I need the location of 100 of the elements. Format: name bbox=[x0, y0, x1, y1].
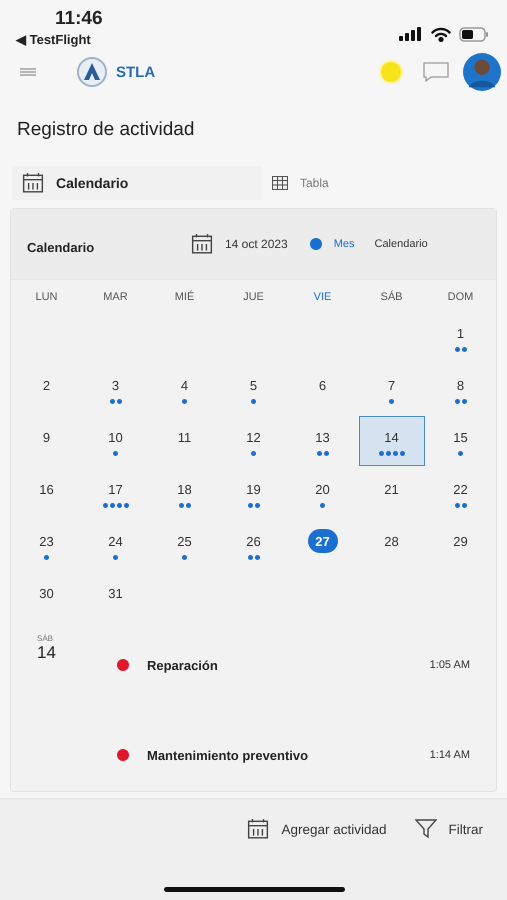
day-number: 15 bbox=[452, 428, 469, 446]
calendar-day[interactable]: 11 bbox=[152, 416, 218, 466]
event-dot-icon bbox=[378, 451, 384, 456]
day-number: 3 bbox=[110, 376, 120, 394]
event-dot-icon bbox=[462, 399, 466, 404]
event-name[interactable]: Reparación bbox=[147, 658, 430, 672]
signal-icon bbox=[399, 27, 423, 41]
calendar-day[interactable]: 14 bbox=[358, 416, 424, 466]
calendar-day[interactable]: 23 bbox=[14, 520, 80, 570]
event-dot-icon bbox=[178, 503, 184, 508]
day-number: 14 bbox=[383, 428, 400, 446]
calendar-day[interactable]: 17 bbox=[82, 468, 148, 518]
avatar[interactable] bbox=[463, 53, 501, 91]
filter-icon bbox=[414, 819, 436, 839]
event-dot-icon bbox=[454, 347, 460, 352]
event-dot-icon bbox=[124, 503, 128, 508]
agenda-day: 14 bbox=[37, 643, 117, 663]
event-dot-icon bbox=[324, 451, 328, 456]
event-dot-icon bbox=[458, 451, 463, 456]
day-number: 1 bbox=[456, 324, 466, 342]
event-dot-icon bbox=[254, 503, 260, 508]
view-option[interactable]: Mes bbox=[310, 238, 354, 250]
page-title: Registro de actividad bbox=[17, 119, 196, 142]
view-tab[interactable]: Calendario bbox=[12, 166, 262, 200]
event-dot-icon bbox=[462, 503, 466, 508]
filter-button[interactable]: Filtrar bbox=[414, 817, 483, 841]
event-dot-icon bbox=[186, 503, 190, 508]
event-dot-icon bbox=[316, 451, 322, 456]
calendar-day[interactable]: 16 bbox=[14, 468, 80, 518]
calendar-day[interactable]: 2 bbox=[14, 364, 80, 414]
day-number: 19 bbox=[245, 480, 262, 498]
day-number: 20 bbox=[314, 480, 331, 498]
day-number: 4 bbox=[180, 376, 190, 394]
view-tab[interactable]: Tabla bbox=[262, 166, 462, 200]
add-activity-button[interactable]: Agregar actividad bbox=[247, 817, 386, 841]
day-number: 21 bbox=[383, 480, 400, 498]
calendar-day[interactable]: 7 bbox=[358, 364, 424, 414]
event-name[interactable]: Mantenimiento preventivo bbox=[147, 748, 430, 762]
calendar-day[interactable]: 12 bbox=[220, 416, 286, 466]
calendar-day[interactable]: 30 bbox=[14, 572, 80, 622]
event-dot-icon bbox=[248, 503, 252, 508]
calendar-day[interactable]: 5 bbox=[220, 364, 286, 414]
event-dot-icon bbox=[400, 451, 404, 456]
day-number: 29 bbox=[452, 532, 469, 550]
radio-dot-icon bbox=[310, 238, 322, 250]
calendar-day[interactable]: 8 bbox=[428, 364, 494, 414]
event-dot-icon bbox=[454, 503, 460, 508]
view-option[interactable]: Calendario bbox=[374, 238, 428, 250]
calendar-day[interactable]: 4 bbox=[152, 364, 218, 414]
day-number: 8 bbox=[456, 376, 466, 394]
calendar-title: Calendario bbox=[27, 240, 96, 254]
menu-icon[interactable] bbox=[20, 67, 36, 77]
calendar-day[interactable]: 20 bbox=[290, 468, 356, 518]
calendar-day[interactable]: 13 bbox=[290, 416, 356, 466]
event-dot-icon bbox=[251, 399, 256, 404]
calendar-day[interactable]: 15 bbox=[428, 416, 494, 466]
day-number: 23 bbox=[38, 532, 55, 550]
event-dot-icon bbox=[102, 503, 108, 508]
calendar-icon bbox=[191, 233, 213, 255]
calendar-day[interactable]: 6 bbox=[290, 364, 356, 414]
day-number: 22 bbox=[452, 480, 469, 498]
event-dot-icon bbox=[392, 451, 398, 456]
chat-icon[interactable] bbox=[423, 62, 449, 82]
calendar-day[interactable]: 9 bbox=[14, 416, 80, 466]
calendar-day[interactable]: 25 bbox=[152, 520, 218, 570]
brand-name: STLA bbox=[116, 64, 156, 80]
calendar-day[interactable]: 24 bbox=[82, 520, 148, 570]
wifi-icon bbox=[431, 26, 451, 42]
weekday-label: MAR bbox=[102, 290, 129, 305]
calendar-day[interactable]: 22 bbox=[428, 468, 494, 518]
battery-icon bbox=[459, 26, 489, 42]
weekday-label: MIÉ bbox=[174, 290, 196, 305]
calendar-day[interactable]: 1 bbox=[428, 312, 494, 362]
calendar-day[interactable]: 3 bbox=[82, 364, 148, 414]
day-number: 27 bbox=[308, 529, 338, 553]
event-dot-icon bbox=[454, 399, 460, 404]
agenda-weekday: SÁB bbox=[37, 634, 54, 643]
day-number: 28 bbox=[383, 532, 400, 550]
calendar-day[interactable]: 10 bbox=[82, 416, 148, 466]
calendar-day[interactable]: 27 bbox=[290, 520, 356, 570]
day-number: 30 bbox=[38, 584, 55, 602]
calendar-day[interactable]: 21 bbox=[358, 468, 424, 518]
event-time: 1:05 AM bbox=[430, 659, 470, 671]
event-dot-icon bbox=[113, 555, 118, 560]
event-dot-icon bbox=[386, 451, 390, 456]
event-dot-icon bbox=[182, 399, 187, 404]
logo-icon bbox=[76, 56, 108, 88]
date-picker[interactable]: 14 oct 2023 bbox=[191, 233, 288, 255]
day-number: 13 bbox=[314, 428, 331, 446]
back-link[interactable]: ◀ TestFlight bbox=[16, 32, 103, 47]
event-time: 1:14 AM bbox=[430, 749, 470, 761]
calendar-day[interactable]: 29 bbox=[428, 520, 494, 570]
day-number: 7 bbox=[386, 376, 396, 394]
calendar-day[interactable]: 18 bbox=[152, 468, 218, 518]
day-number: 18 bbox=[176, 480, 193, 498]
day-number: 16 bbox=[38, 480, 55, 498]
calendar-day[interactable]: 19 bbox=[220, 468, 286, 518]
calendar-day[interactable]: 31 bbox=[82, 572, 148, 622]
calendar-day[interactable]: 26 bbox=[220, 520, 286, 570]
calendar-day[interactable]: 28 bbox=[358, 520, 424, 570]
